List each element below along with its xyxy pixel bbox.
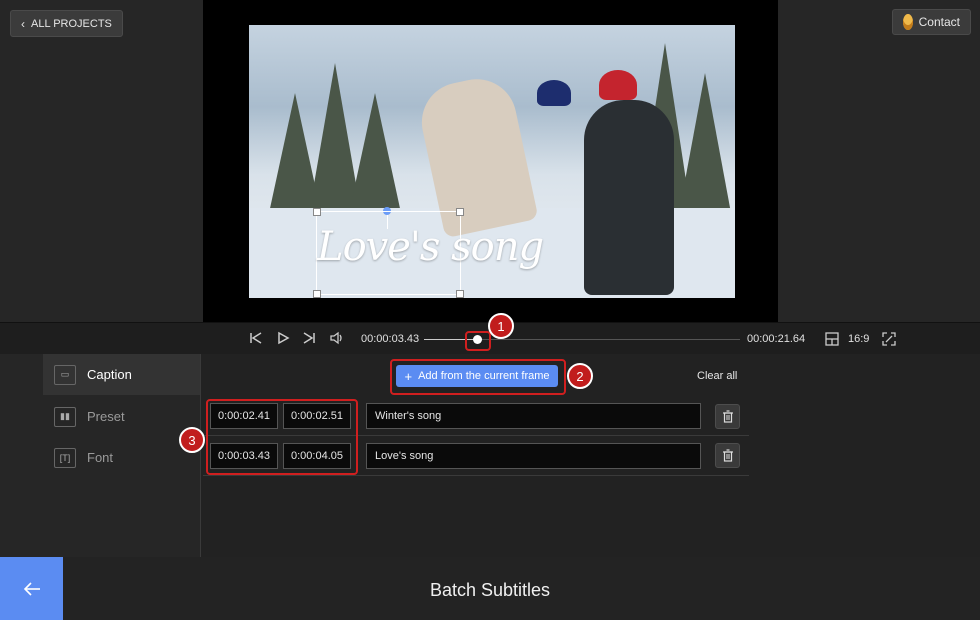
hat-shape [599, 70, 637, 100]
resize-handle[interactable] [456, 290, 464, 298]
sidebar-item-label: Preset [87, 409, 125, 424]
skip-end-icon[interactable] [302, 331, 316, 345]
font-icon: [T] [54, 447, 76, 468]
delete-button[interactable] [715, 443, 740, 468]
resize-handle[interactable] [456, 208, 464, 216]
annotation-highlight [465, 331, 491, 351]
annotation-highlight [390, 359, 566, 395]
fullscreen-icon[interactable] [882, 332, 896, 346]
row-divider [203, 475, 749, 476]
subtitle-text-field[interactable]: Love's song [366, 443, 701, 469]
aspect-ratio-label[interactable]: 16:9 [848, 333, 869, 345]
page-title: Batch Subtitles [429, 580, 551, 600]
subtitle-text-field[interactable]: Winter's song [366, 403, 701, 429]
hat-shape [537, 80, 571, 106]
sidebar-item-font[interactable]: [T] Font [43, 437, 200, 478]
annotation-highlight [206, 399, 358, 475]
preset-icon: ▮▮ [54, 406, 76, 427]
contact-button[interactable]: Contact [892, 9, 971, 35]
contact-label: Contact [918, 15, 960, 29]
all-projects-label: ALL PROJECTS [31, 17, 112, 30]
annotation-badge: 1 [488, 313, 514, 339]
caption-text: Love's song [317, 224, 544, 270]
clear-all-button[interactable]: Clear all [697, 370, 737, 382]
video-preview[interactable]: Love's song [249, 25, 735, 298]
resize-handle[interactable] [313, 290, 321, 298]
aspect-ratio-icon[interactable] [825, 332, 839, 346]
caption-overlay[interactable]: Love's song [313, 208, 544, 298]
sidebar-item-label: Font [87, 450, 114, 465]
sidebar-item-caption[interactable]: ▭ Caption [43, 354, 200, 395]
play-icon[interactable] [276, 331, 290, 345]
sidebar-item-preset[interactable]: ▮▮ Preset [43, 396, 200, 437]
person-figure [584, 100, 674, 295]
tree-shape [679, 73, 731, 213]
tree-shape [349, 93, 401, 213]
resize-handle[interactable] [313, 208, 321, 216]
sidebar-item-label: Caption [87, 367, 132, 382]
chevron-left-icon: ‹ [21, 16, 25, 31]
trash-icon [722, 410, 733, 423]
delete-button[interactable] [715, 404, 740, 429]
volume-icon[interactable] [329, 331, 345, 345]
trash-icon [722, 449, 733, 462]
total-time: 00:00:21.64 [747, 333, 806, 345]
caption-icon: ▭ [54, 364, 76, 385]
skip-start-icon[interactable] [249, 331, 263, 345]
annotation-badge: 2 [567, 363, 593, 389]
current-time: 00:00:03.43 [361, 333, 420, 345]
annotation-badge: 3 [179, 427, 205, 453]
avatar-icon [903, 14, 913, 30]
all-projects-button[interactable]: ‹ ALL PROJECTS [10, 10, 123, 37]
